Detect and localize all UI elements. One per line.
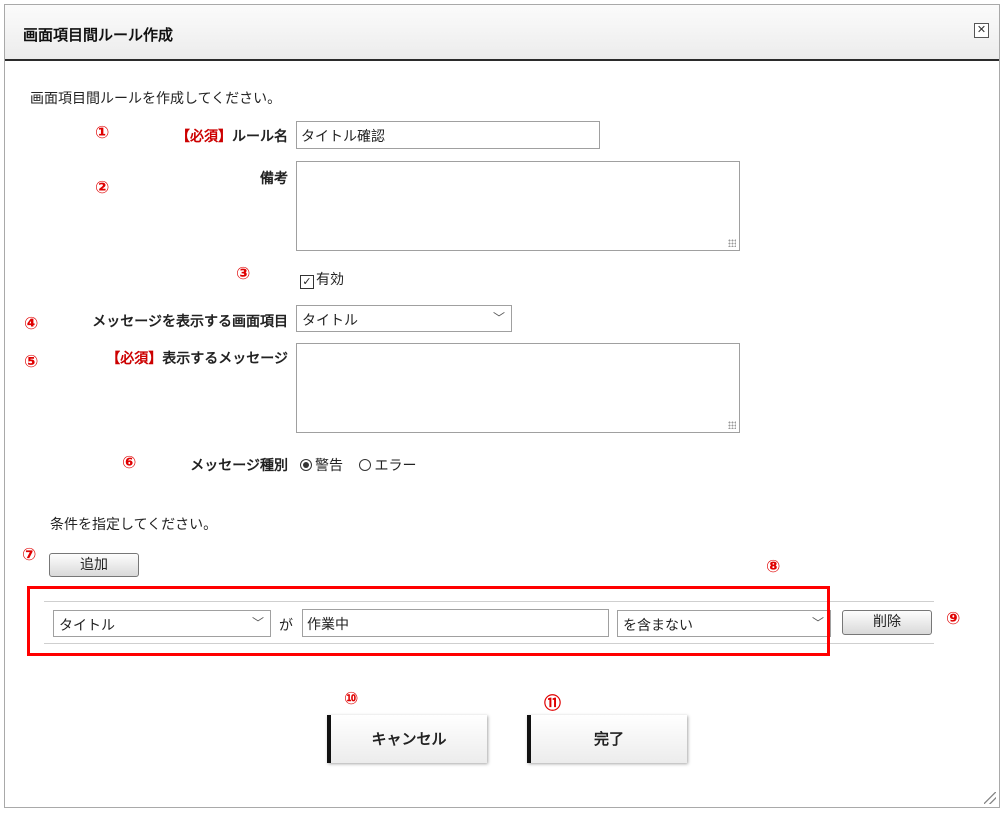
radio-warning-label: 警告 bbox=[315, 458, 343, 474]
marker-11: ⑪ bbox=[544, 694, 561, 714]
message-label-text: 表示するメッセージ bbox=[162, 351, 288, 367]
conditions-intro: 条件を指定してください。 bbox=[50, 517, 218, 533]
marker-4: ④ bbox=[24, 314, 39, 334]
add-condition-button[interactable]: 追加 bbox=[49, 553, 139, 577]
marker-6: ⑥ bbox=[122, 453, 137, 473]
chevron-down-icon: ﹀ bbox=[492, 311, 505, 325]
cancel-button[interactable]: キャンセル bbox=[327, 715, 487, 763]
dialog-intro: 画面項目間ルールを作成してください。 bbox=[30, 91, 282, 107]
title-bar: 画面項目間ルール作成 ✕ bbox=[5, 5, 999, 61]
marker-9: ⑨ bbox=[946, 609, 961, 629]
remarks-label: 備考 bbox=[260, 171, 288, 187]
rule-name-label: 【必須】ルール名 bbox=[176, 126, 288, 146]
marker-8: ⑧ bbox=[766, 557, 781, 577]
resize-grip-icon[interactable] bbox=[984, 792, 996, 804]
message-textarea[interactable] bbox=[296, 343, 740, 433]
marker-10: ⑩ bbox=[344, 689, 359, 709]
marker-5: ⑤ bbox=[24, 352, 39, 372]
message-type-label: メッセージ種別 bbox=[190, 458, 288, 474]
check-icon[interactable]: ✓ bbox=[300, 275, 314, 289]
message-type-group: 警告 エラー bbox=[300, 455, 416, 475]
textarea-resize-icon[interactable] bbox=[728, 421, 736, 429]
marker-2: ② bbox=[95, 178, 110, 198]
radio-selected-icon[interactable] bbox=[300, 459, 312, 471]
radio-error-label: エラー bbox=[374, 458, 417, 474]
rule-name-label-text: ルール名 bbox=[232, 129, 288, 145]
done-button[interactable]: 完了 bbox=[527, 715, 687, 763]
enabled-checkbox[interactable]: ✓ 有効 bbox=[300, 269, 344, 289]
delete-condition-button[interactable]: 削除 bbox=[842, 610, 932, 635]
message-item-select[interactable]: タイトル ﹀ bbox=[296, 305, 512, 332]
radio-error[interactable]: エラー bbox=[359, 458, 416, 474]
marker-1: ① bbox=[95, 123, 110, 143]
message-label: 【必須】表示するメッセージ bbox=[106, 348, 288, 368]
enabled-label: 有効 bbox=[316, 272, 344, 288]
radio-warning[interactable]: 警告 bbox=[300, 458, 343, 474]
textarea-resize-icon[interactable] bbox=[728, 239, 736, 247]
message-item-value: タイトル bbox=[302, 313, 358, 329]
message-item-label: メッセージを表示する画面項目 bbox=[92, 314, 288, 330]
dialog-title: 画面項目間ルール作成 bbox=[23, 26, 174, 44]
highlight-box bbox=[27, 586, 830, 656]
remarks-textarea[interactable] bbox=[296, 161, 740, 251]
marker-7: ⑦ bbox=[22, 545, 37, 565]
marker-3: ③ bbox=[236, 264, 251, 284]
rule-name-input[interactable]: タイトル確認 bbox=[296, 121, 600, 149]
required-tag: 【必須】 bbox=[176, 129, 232, 145]
radio-unselected-icon[interactable] bbox=[359, 459, 372, 471]
close-icon[interactable]: ✕ bbox=[974, 23, 989, 38]
required-tag: 【必須】 bbox=[106, 351, 163, 367]
